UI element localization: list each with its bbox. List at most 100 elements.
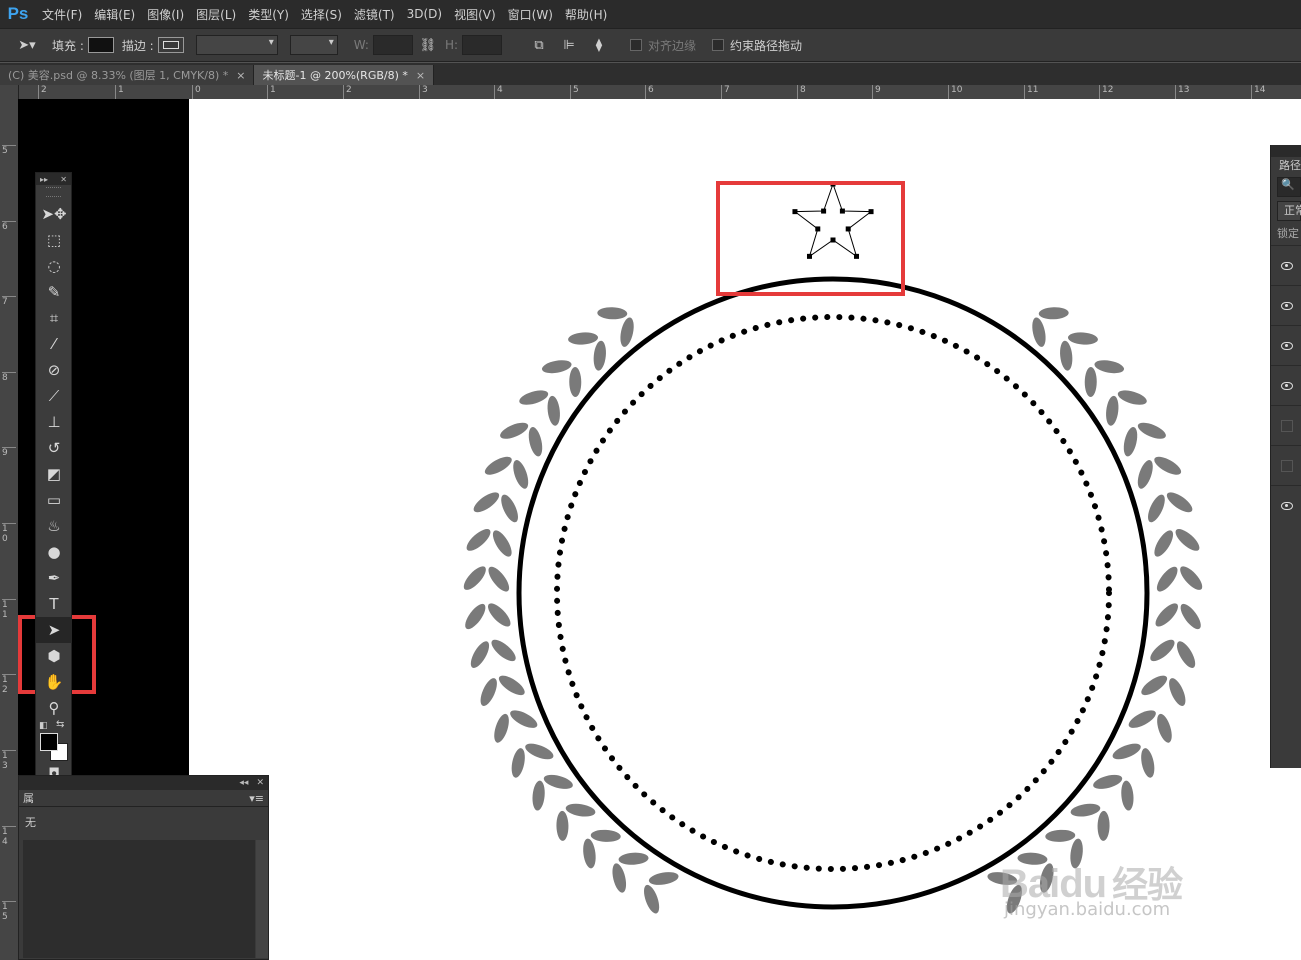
ruler-tick: 5 (570, 85, 579, 99)
blur-tool[interactable]: ♨ (36, 513, 72, 539)
menu-layer[interactable]: 图层(L) (190, 6, 242, 23)
laurel-wreath (463, 307, 1203, 914)
visibility-off-icon[interactable] (1281, 459, 1293, 472)
pen-tool[interactable]: ✒ (36, 565, 72, 591)
path-selection-tool[interactable]: ➤ (36, 617, 72, 643)
height-field[interactable] (462, 35, 503, 55)
swap-colors-icon[interactable]: ⇆ (56, 719, 64, 730)
path-operations-icon[interactable]: ⧉ (528, 38, 550, 53)
path-arrangement-icon[interactable]: ⧫ (588, 38, 610, 53)
quick-select-tool[interactable]: ✎ (36, 279, 72, 305)
type-tool[interactable]: T (36, 591, 72, 617)
healing-brush-tool[interactable]: ⊘ (36, 357, 72, 383)
width-field[interactable] (372, 35, 413, 55)
clone-stamp-tool[interactable]: ⊥ (36, 409, 72, 435)
laurel-leaf (1137, 460, 1153, 489)
align-edges-checkbox[interactable] (630, 39, 643, 51)
align-edges-label: 对齐边缘 (648, 38, 697, 53)
eraser-tool[interactable]: ◩ (36, 461, 72, 487)
visibility-off-icon[interactable] (1281, 419, 1293, 432)
close-icon[interactable]: ✕ (60, 175, 67, 184)
crop-tool[interactable]: ⌗ (36, 305, 72, 331)
collapse-icon[interactable]: ◂◂ (239, 778, 248, 788)
ruler-tick: 2 (38, 85, 47, 99)
link-icon[interactable]: ⛓ (417, 38, 439, 53)
history-brush-tool[interactable]: ↺ (36, 435, 72, 461)
laurel-leaf (597, 307, 628, 320)
menu-edit[interactable]: 编辑(E) (88, 6, 141, 23)
layer-row[interactable] (1271, 445, 1301, 485)
tools-panel-header[interactable]: ▸▸ ✕ (36, 173, 71, 185)
menu-3d[interactable]: 3D(D) (401, 7, 448, 21)
stroke-swatch[interactable] (157, 37, 184, 53)
panel-scrollbar[interactable] (256, 840, 268, 958)
menu-select[interactable]: 选择(S) (295, 6, 348, 23)
visibility-eye-icon[interactable] (1281, 381, 1293, 390)
zoom-tool[interactable]: ⚲ (36, 695, 72, 721)
brush-tool[interactable]: ⟋ (36, 383, 72, 409)
layer-row[interactable] (1271, 405, 1301, 445)
options-bar: ➤▾ 填充 : 描边 : W: ⛓ H: ⧉ ⊫ ⧫ 对齐边缘 约束路径拖动 (0, 28, 1301, 62)
tab-beauty-psd[interactable]: (C) 美容.psd @ 8.33% (图层 1, CMYK/8) * × (0, 65, 255, 85)
laurel-leaf (1097, 810, 1110, 841)
gradient-tool[interactable]: ▭ (36, 487, 72, 513)
stroke-type-dropdown[interactable] (289, 35, 338, 55)
menu-help[interactable]: 帮助(H) (559, 6, 613, 23)
menu-file[interactable]: 文件(F) (36, 6, 88, 23)
vertical-ruler[interactable]: 5 6 7 8 9 1 0 1 1 1 2 1 3 1 4 1 5 (0, 85, 19, 960)
default-colors-icon[interactable]: ◧ (39, 721, 48, 731)
visibility-eye-icon[interactable] (1281, 301, 1293, 310)
lasso-tool[interactable]: ◌ (36, 253, 72, 279)
move-icon: ➤✥ (41, 205, 67, 223)
panel-header[interactable]: ◂◂ ✕ (19, 776, 268, 790)
laurel-leaf (569, 367, 582, 398)
menu-filter[interactable]: 滤镜(T) (348, 6, 401, 23)
foreground-color[interactable] (40, 733, 58, 751)
laurel-leaf (1123, 427, 1138, 457)
move-tool[interactable]: ➤✥ (36, 201, 72, 227)
ruler-tick: 1 2 (2, 674, 16, 695)
stroke-width-dropdown[interactable] (195, 35, 278, 55)
search-icon[interactable]: 🔍 (1277, 177, 1301, 197)
visibility-eye-icon[interactable] (1281, 501, 1293, 510)
dodge-tool[interactable]: ● (36, 539, 72, 565)
layer-row[interactable] (1271, 485, 1301, 525)
laurel-leaf (1166, 492, 1193, 513)
tool-preset-arrow-icon[interactable]: ➤▾ (16, 38, 38, 53)
menu-window[interactable]: 窗口(W) (502, 6, 559, 23)
close-icon[interactable]: × (416, 69, 425, 82)
tab-paths[interactable]: 路径 (1271, 157, 1301, 175)
visibility-eye-icon[interactable] (1281, 341, 1293, 350)
layer-row[interactable] (1271, 365, 1301, 405)
panel-tab[interactable]: 属 (23, 790, 34, 806)
laurel-leaf (1156, 566, 1178, 592)
blend-mode-select[interactable]: 正常 (1277, 201, 1301, 221)
visibility-eye-icon[interactable] (1281, 261, 1293, 270)
hand-tool[interactable]: ✋ (36, 669, 72, 695)
laurel-leaf (1070, 803, 1101, 817)
close-icon[interactable]: ✕ (256, 778, 264, 788)
marquee-tool[interactable]: ⬚ (36, 227, 72, 253)
shape-tool[interactable]: ⬢ (36, 643, 72, 669)
panel-grip[interactable] (46, 187, 61, 197)
menu-view[interactable]: 视图(V) (448, 6, 502, 23)
close-icon[interactable]: × (236, 69, 245, 82)
layer-row[interactable] (1271, 285, 1301, 325)
constrain-path-checkbox[interactable] (712, 39, 725, 51)
menu-image[interactable]: 图像(I) (141, 6, 190, 23)
laurel-leaf (1155, 603, 1179, 627)
layer-row[interactable] (1271, 325, 1301, 365)
collapse-icon[interactable]: ▸▸ (40, 175, 48, 184)
eyedropper-tool[interactable]: ⁄ (36, 331, 72, 357)
laurel-leaf (547, 395, 560, 426)
layer-row[interactable] (1271, 245, 1301, 285)
horizontal-ruler[interactable]: 2 1 0 1 2 3 4 5 6 7 8 9 10 11 12 13 14 (18, 85, 1301, 100)
panel-menu-icon[interactable]: ▾≡ (249, 792, 264, 805)
laurel-leaf (1121, 780, 1134, 811)
tab-untitled-1[interactable]: 未标题-1 @ 200%(RGB/8) * × (254, 65, 435, 85)
panel-header[interactable] (1271, 145, 1301, 157)
path-alignment-icon[interactable]: ⊫ (558, 38, 580, 53)
fill-swatch[interactable] (87, 37, 114, 53)
menu-type[interactable]: 类型(Y) (242, 6, 295, 23)
tab-label: 未标题-1 @ 200%(RGB/8) * (262, 69, 408, 82)
